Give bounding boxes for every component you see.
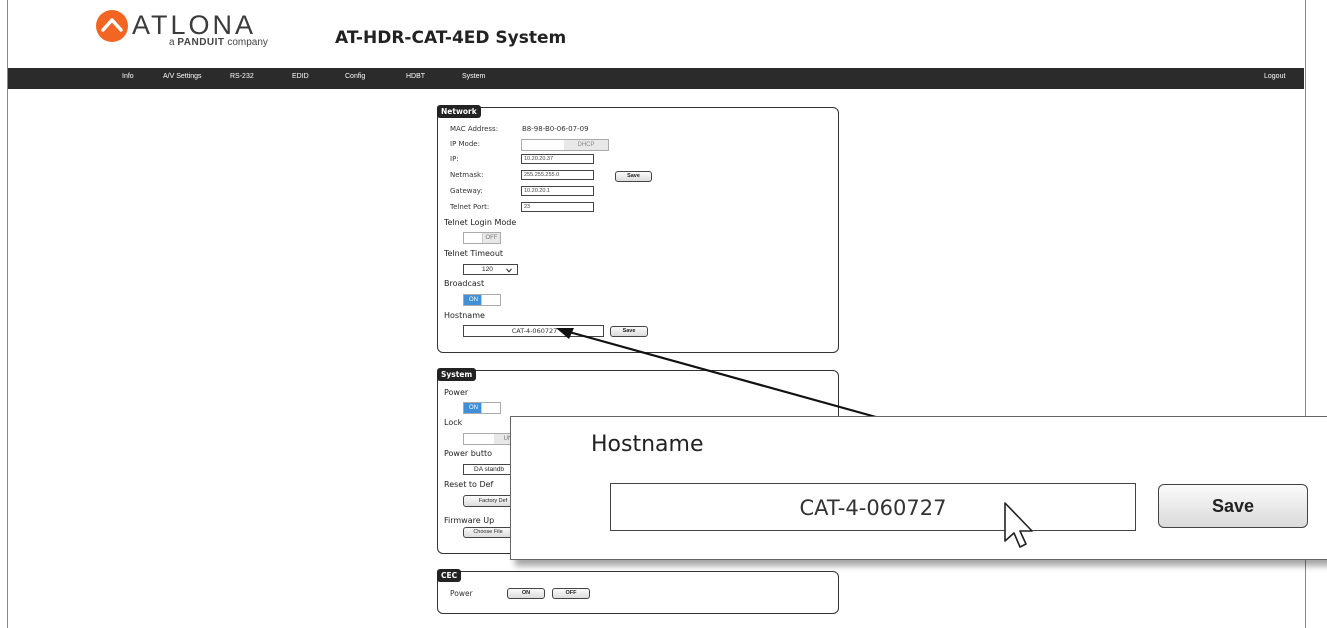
zoom-callout: Hostname CAT-4-060727 Save (510, 416, 1327, 560)
zoom-hostname-input[interactable]: CAT-4-060727 (610, 483, 1136, 531)
zoom-hostname-label: Hostname (591, 432, 704, 457)
cursor-icon (1004, 502, 1033, 548)
zoom-save-button[interactable]: Save (1158, 484, 1308, 528)
